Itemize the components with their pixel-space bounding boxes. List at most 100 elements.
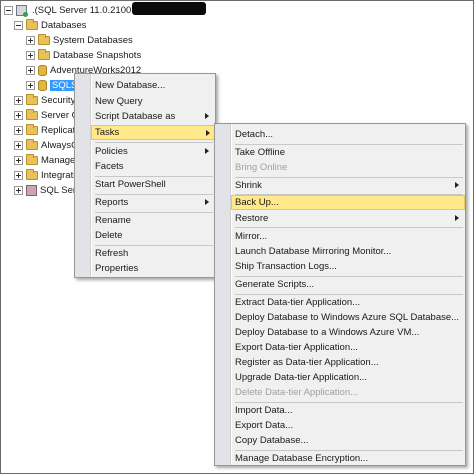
menu-item-label: Generate Scripts... (235, 279, 315, 290)
folder-icon (26, 139, 38, 150)
expand-icon[interactable] (26, 81, 35, 90)
menu-item-refresh[interactable]: Refresh (93, 246, 213, 261)
menu-item-label: Start PowerShell (95, 179, 166, 190)
menu-item-label: Launch Database Mirroring Monitor... (235, 246, 392, 257)
collapse-icon[interactable] (14, 21, 23, 30)
folder-icon (26, 94, 38, 105)
menu-item-label: Export Data... (235, 420, 294, 431)
menu-item-script-database-as[interactable]: Script Database as (93, 109, 213, 124)
menu-item-delete[interactable]: Delete (93, 228, 213, 243)
submenu-arrow-icon (205, 113, 209, 119)
expand-icon[interactable] (14, 156, 23, 165)
menu-item-new-query[interactable]: New Query (93, 94, 213, 109)
expand-icon[interactable] (26, 66, 35, 75)
menu-item-upgrade-data-tier[interactable]: Upgrade Data-tier Application... (233, 370, 463, 385)
tree-item-security[interactable]: Security (14, 93, 75, 108)
menu-item-export-data[interactable]: Export Data... (233, 418, 463, 433)
menu-item-label: Deploy Database to a Windows Azure VM... (235, 327, 420, 338)
menu-item-restore[interactable]: Restore (233, 211, 463, 226)
folder-icon (38, 49, 50, 60)
folder-icon (26, 169, 38, 180)
menu-item-facets[interactable]: Facets (93, 159, 213, 174)
expand-icon[interactable] (14, 126, 23, 135)
menu-item-rename[interactable]: Rename (93, 213, 213, 228)
database-context-menu: New Database... New Query Script Databas… (74, 73, 216, 278)
menu-item-copy-database[interactable]: Copy Database... (233, 433, 463, 448)
tree-item-replication[interactable]: Replicatio (14, 123, 83, 138)
tree-item-databases[interactable]: Databases (14, 18, 86, 33)
menu-item-new-database[interactable]: New Database... (93, 78, 213, 93)
folder-icon (26, 109, 38, 120)
menu-item-export-data-tier[interactable]: Export Data-tier Application... (233, 340, 463, 355)
menu-item-label: Take Offline (235, 147, 285, 158)
menu-item-label: Detach... (235, 129, 274, 140)
databases-label: Databases (41, 20, 87, 31)
menu-item-start-powershell[interactable]: Start PowerShell (93, 177, 213, 192)
menu-item-label: New Query (95, 96, 143, 107)
folder-icon (26, 154, 38, 165)
menu-item-label: Restore (235, 213, 269, 224)
system-databases-label: System Databases (53, 35, 133, 46)
submenu-arrow-icon (205, 199, 209, 205)
menu-item-label: Export Data-tier Application... (235, 342, 359, 353)
redacted-server-name (132, 2, 206, 15)
expand-icon[interactable] (26, 36, 35, 45)
menu-item-properties[interactable]: Properties (93, 261, 213, 276)
tree-item-database-snapshots[interactable]: Database Snapshots (26, 48, 141, 63)
menu-item-manage-encryption[interactable]: Manage Database Encryption... (233, 451, 463, 466)
expand-icon[interactable] (14, 186, 23, 195)
menu-item-ship-transaction-logs[interactable]: Ship Transaction Logs... (233, 259, 463, 274)
menu-separator (235, 227, 463, 228)
menu-item-label: Reports (95, 197, 129, 208)
menu-item-shrink[interactable]: Shrink (233, 178, 463, 193)
menu-item-label: New Database... (95, 80, 166, 91)
tree-item-system-databases[interactable]: System Databases (26, 33, 133, 48)
menu-item-label: Manage Database Encryption... (235, 453, 369, 464)
menu-item-label: Upgrade Data-tier Application... (235, 372, 368, 383)
tree-item-server[interactable]: . (SQL Server 11.0.2100 (4, 3, 131, 18)
menu-item-label: Tasks (95, 127, 120, 138)
tasks-submenu: Detach... Take Offline Bring Online Shri… (214, 123, 466, 466)
menu-item-tasks[interactable]: Tasks (91, 125, 215, 140)
expand-icon[interactable] (14, 111, 23, 120)
expand-icon[interactable] (14, 96, 23, 105)
menu-item-label: Script Database as (95, 111, 176, 122)
menu-item-policies[interactable]: Policies (93, 144, 213, 159)
menu-item-label: Facets (95, 161, 124, 172)
expand-icon[interactable] (26, 51, 35, 60)
submenu-arrow-icon (455, 215, 459, 221)
menu-item-mirror[interactable]: Mirror... (233, 229, 463, 244)
expand-icon[interactable] (14, 141, 23, 150)
folder-icon (26, 19, 38, 30)
folder-icon (38, 34, 50, 45)
menu-item-label: Delete (95, 230, 123, 241)
menu-item-register-data-tier[interactable]: Register as Data-tier Application... (233, 355, 463, 370)
menu-item-import-data[interactable]: Import Data... (233, 403, 463, 418)
menu-item-take-offline[interactable]: Take Offline (233, 145, 463, 160)
menu-item-label: Refresh (95, 248, 129, 259)
menu-item-bring-online: Bring Online (233, 160, 463, 175)
menu-item-reports[interactable]: Reports (93, 195, 213, 210)
submenu-arrow-icon (206, 130, 210, 136)
menu-item-launch-mirroring-monitor[interactable]: Launch Database Mirroring Monitor... (233, 244, 463, 259)
menu-item-back-up[interactable]: Back Up... (231, 195, 465, 210)
menu-item-generate-scripts[interactable]: Generate Scripts... (233, 277, 463, 292)
database-icon (38, 65, 47, 76)
tree-item-management[interactable]: Managem (14, 153, 83, 168)
menu-item-label: Register as Data-tier Application... (235, 357, 379, 368)
menu-item-extract-data-tier[interactable]: Extract Data-tier Application... (233, 295, 463, 310)
submenu-arrow-icon (455, 182, 459, 188)
menu-item-deploy-azure-vm[interactable]: Deploy Database to a Windows Azure VM... (233, 325, 463, 340)
tree-item-integration[interactable]: Integratio (14, 168, 81, 183)
agent-icon (26, 185, 37, 196)
menu-item-detach[interactable]: Detach... (233, 127, 463, 142)
menu-item-deploy-azure-sql[interactable]: Deploy Database to Windows Azure SQL Dat… (233, 310, 463, 325)
menu-item-label: Delete Data-tier Application... (235, 387, 359, 398)
menu-item-label: Policies (95, 146, 128, 157)
menu-item-label: Rename (95, 215, 131, 226)
security-label: Security (41, 95, 76, 106)
collapse-icon[interactable] (4, 6, 13, 15)
database-snapshots-label: Database Snapshots (53, 50, 142, 61)
expand-icon[interactable] (14, 171, 23, 180)
menu-item-label: Properties (95, 263, 139, 274)
